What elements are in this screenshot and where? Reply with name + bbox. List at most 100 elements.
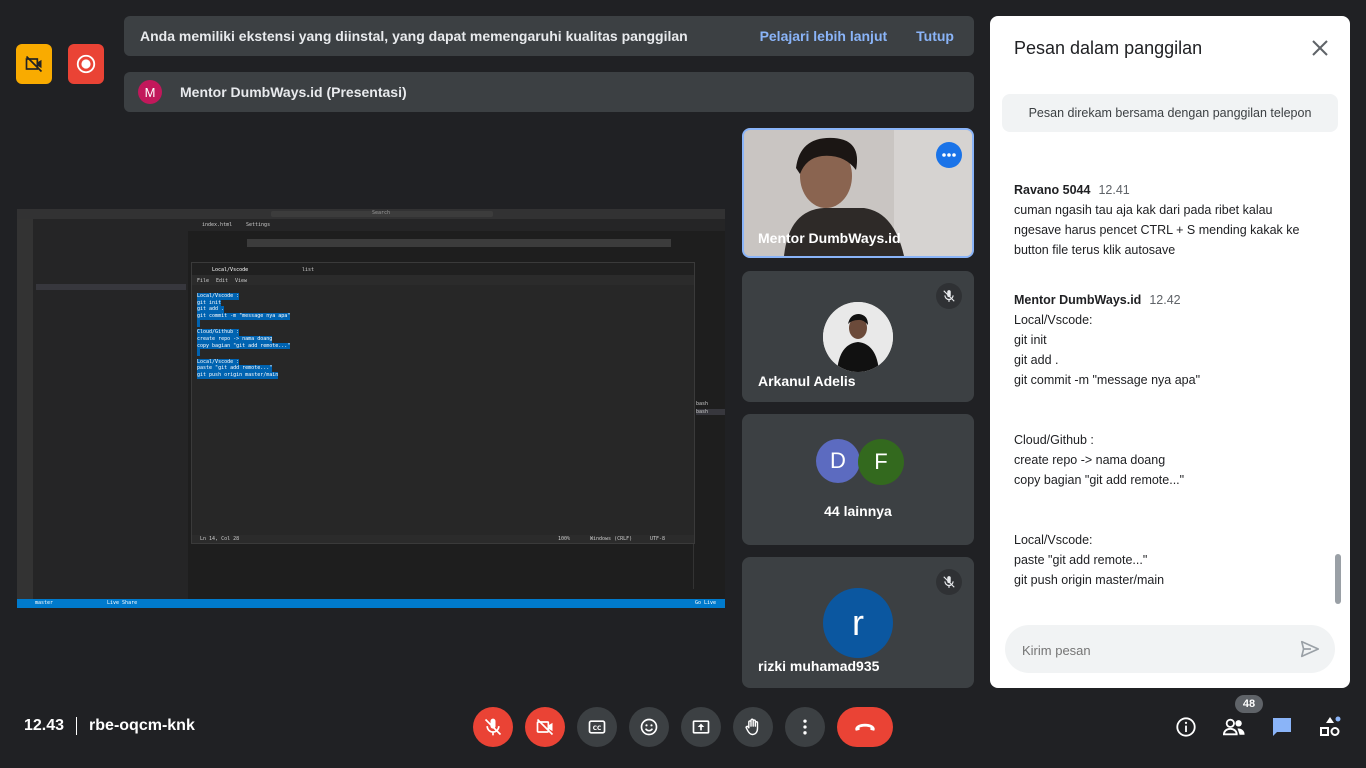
divider	[76, 717, 78, 735]
notepad-tab: list	[302, 267, 315, 273]
close-chat-button[interactable]	[1308, 36, 1332, 60]
chat-scrollbar[interactable]	[1335, 554, 1341, 604]
extension-warning-banner: Anda memiliki ekstensi yang diinstal, ya…	[124, 16, 974, 56]
participants-button[interactable]	[1221, 714, 1247, 740]
people-icon	[1222, 718, 1245, 736]
send-message-button[interactable]	[1299, 638, 1321, 660]
notepad-line	[197, 349, 200, 356]
notepad-line: git commit -m "message nya apa"	[197, 313, 291, 320]
call-end-icon	[855, 723, 875, 731]
present-to-all-icon	[692, 720, 710, 734]
participant-avatar	[823, 302, 893, 372]
message-line: git init	[1014, 333, 1047, 347]
message-line	[1014, 410, 1314, 430]
notepad-titlebar: Local/Vscode list	[192, 263, 694, 275]
no-video-indicator[interactable]	[16, 44, 52, 84]
learn-more-link[interactable]: Pelajari lebih lanjut	[760, 28, 888, 44]
message-sender: Mentor DumbWays.id	[1014, 293, 1142, 307]
notepad-line: paste "git add remote..."	[197, 365, 273, 373]
others-count-label: 44 lainnya	[824, 503, 892, 519]
more-vert-icon	[803, 719, 807, 735]
chat-panel-title: Pesan dalam panggilan	[1014, 38, 1203, 58]
message-line	[1014, 510, 1314, 530]
message-line: Local/Vscode:	[1014, 533, 1093, 547]
notepad-statusbar: Ln 14, Col 28 100% Windows (CRLF) UTF-8	[192, 535, 694, 543]
editor-tab-index: index.html	[202, 222, 233, 228]
message-line: Local/Vscode:	[1014, 313, 1093, 327]
meeting-details-button[interactable]	[1173, 714, 1199, 740]
more-options-button[interactable]	[785, 707, 825, 747]
notepad-content: Local/Vscode : git init git add . git co…	[197, 293, 291, 379]
meeting-time: 12.43	[24, 717, 65, 734]
shared-screen[interactable]: Search index.html Settings bash bash Loc…	[17, 209, 725, 608]
notepad-menu-file: File	[197, 278, 210, 284]
notepad-line: git init	[197, 299, 222, 307]
mic-off-icon	[484, 718, 502, 736]
mic-off-indicator	[936, 283, 962, 309]
meeting-info: 12.43 rbe-oqcm-knk	[24, 717, 195, 735]
chat-icon	[1273, 718, 1291, 736]
participant-avatar: D	[816, 439, 860, 483]
dismiss-banner-button[interactable]: Tutup	[916, 28, 954, 44]
chat-message-input[interactable]	[1020, 625, 1284, 675]
activities-button[interactable]	[1317, 714, 1343, 740]
more-options-button[interactable]	[936, 142, 962, 168]
microphone-toggle-button[interactable]	[473, 707, 513, 747]
camera-toggle-button[interactable]	[525, 707, 565, 747]
notepad-line: create repo -> nama doang	[197, 335, 273, 343]
chat-button[interactable]	[1269, 714, 1295, 740]
participant-name: Arkanul Adelis	[758, 373, 856, 389]
participant-tile-arkanul[interactable]: Arkanul Adelis	[742, 271, 974, 402]
message-line: paste "git add remote..."	[1014, 553, 1148, 567]
vscode-liveshare: Live Share	[107, 600, 138, 606]
raise-hand-button[interactable]	[733, 707, 773, 747]
more-horiz-icon	[942, 153, 956, 157]
chat-message: Mentor DumbWays.id 12.42 Local/Vscode: gi…	[1014, 290, 1314, 590]
closed-captions-icon: CC	[588, 720, 606, 734]
participant-count-badge: 48	[1235, 695, 1263, 713]
presenter-banner[interactable]: M Mentor DumbWays.id (Presentasi)	[124, 72, 974, 112]
notepad-menu-edit: Edit	[216, 278, 229, 284]
vscode-golive: Go Live	[695, 600, 717, 606]
notepad-line: Local/Vscode :	[197, 358, 240, 366]
chat-panel: Pesan dalam panggilan Pesan direkam bers…	[990, 16, 1350, 688]
message-line: copy bagian "git add remote..."	[1014, 473, 1185, 487]
terminal-item: bash	[696, 409, 725, 415]
leave-call-button[interactable]	[837, 707, 893, 747]
presenter-avatar: M	[138, 80, 162, 104]
participant-tile-others[interactable]: D F 44 lainnya	[742, 414, 974, 545]
vscode-statusbar: master Live Share Go Live	[17, 599, 725, 608]
notepad-status-encoding: UTF-8	[650, 536, 666, 542]
recording-notice: Pesan direkam bersama dengan panggilan t…	[1002, 94, 1338, 132]
participant-tile-mentor[interactable]: Mentor DumbWays.id	[742, 128, 974, 258]
notepad-line: copy bagian "git add remote..."	[197, 342, 291, 350]
chat-messages: Ravano 5044 12.41 cuman ngasih tau aja ka…	[1014, 136, 1314, 606]
notepad-menu-view: View	[235, 278, 248, 284]
present-screen-button[interactable]	[681, 707, 721, 747]
emoji-icon	[640, 718, 658, 736]
participant-tile-rizki[interactable]: r rizki muhamad935	[742, 557, 974, 688]
presenter-label: Mentor DumbWays.id (Presentasi)	[180, 84, 407, 100]
record-icon	[76, 54, 96, 74]
message-line: git add .	[1014, 353, 1059, 367]
captions-button[interactable]: CC	[577, 707, 617, 747]
recording-indicator[interactable]	[68, 44, 104, 84]
message-line: create repo -> nama doang	[1014, 453, 1166, 467]
message-time: 12.41	[1098, 183, 1130, 197]
activities-icon	[1320, 716, 1341, 736]
notepad-line: Local/Vscode :	[197, 293, 240, 300]
chat-input-container	[1005, 625, 1335, 675]
reactions-button[interactable]	[629, 707, 669, 747]
notepad-status-zoom: 100%	[558, 536, 571, 542]
warning-message: Anda memiliki ekstensi yang diinstal, ya…	[140, 28, 688, 44]
send-icon	[1300, 640, 1320, 658]
notepad-line: git push origin master/main	[197, 372, 279, 379]
participant-avatar: F	[858, 439, 904, 485]
mic-off-icon	[943, 290, 955, 302]
info-icon	[1176, 717, 1196, 737]
vscode-search: Search	[372, 210, 391, 216]
chat-message: Ravano 5044 12.41 cuman ngasih tau aja ka…	[1014, 180, 1314, 260]
raise-hand-icon	[745, 718, 759, 736]
message-text: cuman ngasih tau aja kak dari pada ribet…	[1014, 203, 1300, 257]
vscode-activity-bar	[17, 219, 33, 599]
